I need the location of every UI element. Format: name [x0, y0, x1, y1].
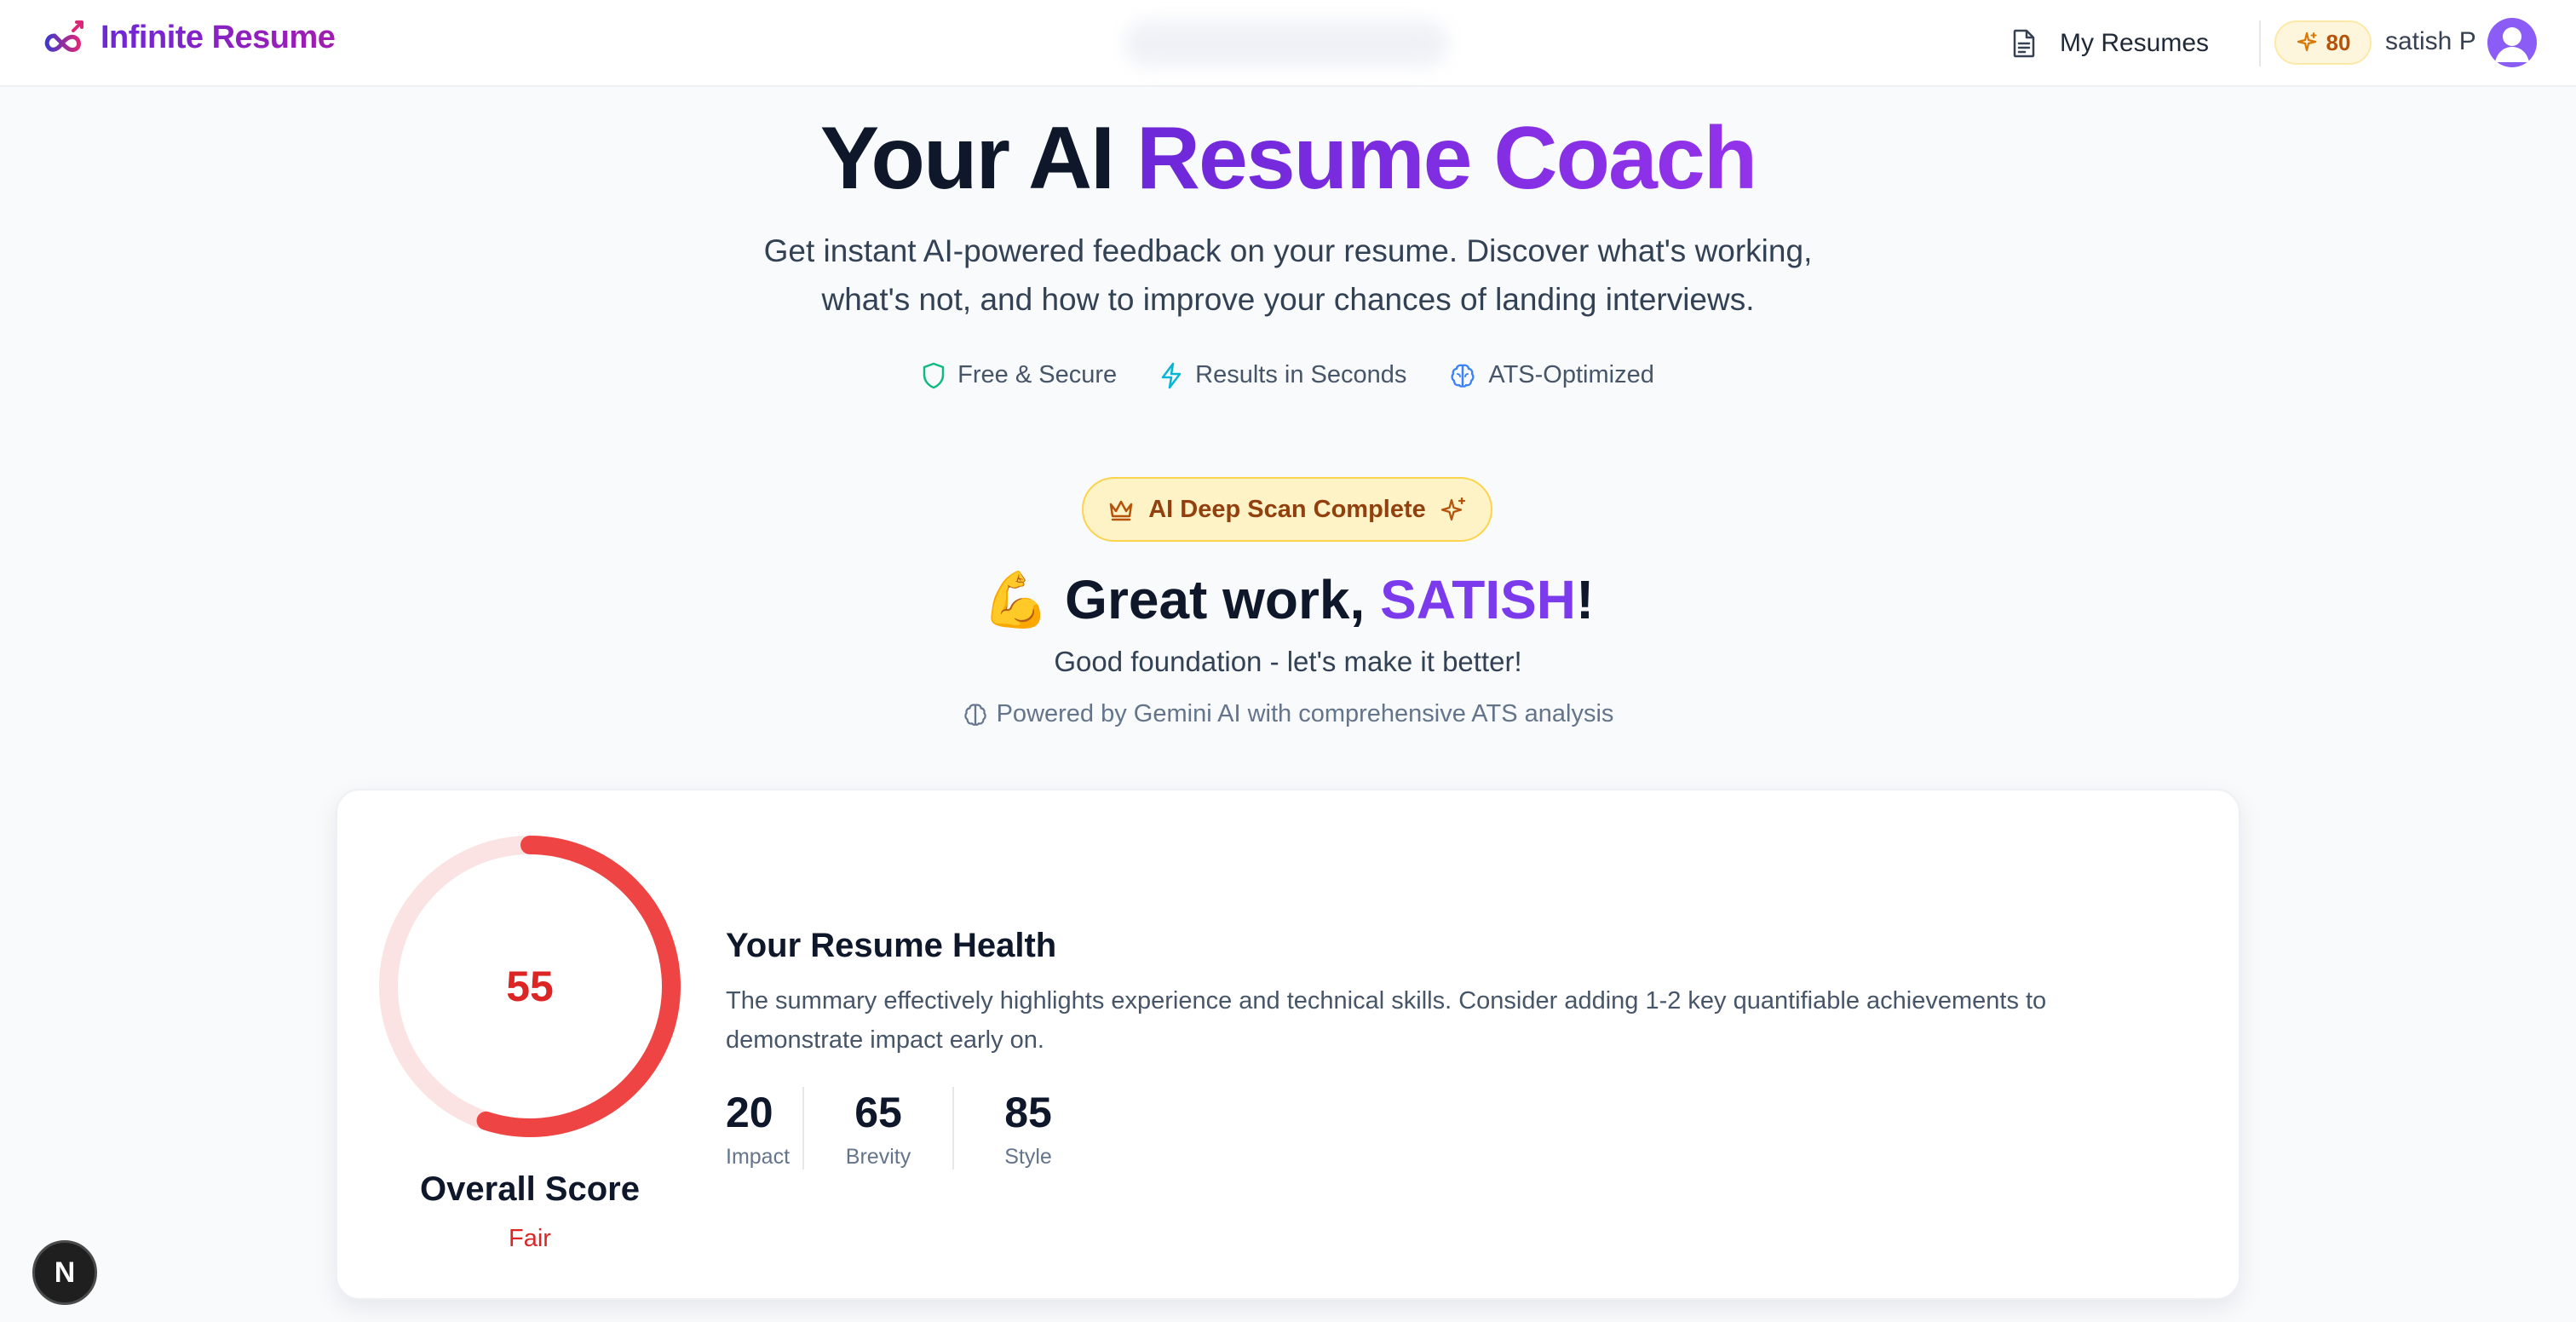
infinity-logo-icon [44, 20, 83, 52]
user-avatar[interactable] [2487, 18, 2537, 67]
overall-score-rating: Fair [509, 1225, 551, 1252]
header-divider [2259, 20, 2261, 66]
resume-health-description: The summary effectively highlights exper… [726, 987, 2047, 1054]
brain-icon [963, 703, 986, 726]
result-tagline: Good foundation - let's make it better! [1054, 646, 1522, 677]
blurred-header-element [1124, 20, 1448, 66]
feature-free-secure: Free & Secure [922, 361, 1117, 389]
my-resumes-link[interactable]: My Resumes [2012, 20, 2209, 66]
scan-complete-badge: AI Deep Scan Complete [1082, 477, 1492, 542]
sub-score-metrics: 20 Impact 65 Brevity 85 Style [726, 1087, 1102, 1170]
hero-subtitle: Get instant AI-powered feedback on your … [0, 227, 2576, 324]
my-resumes-label: My Resumes [2060, 29, 2210, 57]
metric-impact: 20 Impact [726, 1087, 802, 1170]
document-icon [2013, 29, 2035, 58]
hero-subtitle-line1: Get instant AI-powered feedback on your … [763, 233, 1813, 268]
overall-score-label: Overall Score [420, 1170, 640, 1208]
powered-by-note: Powered by Gemini AI with comprehensive … [0, 700, 2576, 728]
greeting-prefix: Great work, [1065, 569, 1381, 630]
hero-title-highlight: Resume Coach [1136, 109, 1757, 208]
feature-results-seconds: Results in Seconds [1159, 361, 1406, 389]
credits-count: 80 [2326, 29, 2351, 55]
hero-subtitle-line2: what's not, and how to improve your chan… [821, 282, 1755, 317]
metric-style: 85 Style [952, 1087, 1102, 1170]
lightning-icon [1161, 362, 1182, 388]
metric-label: Impact [726, 1145, 791, 1169]
metric-label: Style [1004, 1145, 1052, 1169]
metric-value: 85 [1004, 1089, 1052, 1136]
brand-name: Infinite Resume [101, 19, 336, 55]
powered-by-text: Powered by Gemini AI with comprehensive … [996, 700, 1614, 727]
shield-icon [923, 362, 945, 388]
hero-title-part1: Your AI [819, 109, 1136, 208]
metric-label: Brevity [845, 1145, 911, 1169]
hero-title: Your AI Resume Coach [0, 106, 2576, 211]
greeting-heading: 💪 Great work, SATISH! [0, 566, 2576, 634]
crown-icon [1109, 500, 1133, 521]
sparkles-icon [2297, 32, 2317, 52]
metric-value: 65 [854, 1089, 902, 1136]
user-icon [2495, 27, 2529, 62]
brand-logo-link[interactable]: Infinite Resume [43, 19, 336, 56]
user-name[interactable]: satish P [2385, 27, 2476, 56]
greeting-user-name: SATISH [1380, 569, 1576, 630]
top-nav-bar: Infinite Resume My Resumes 80 satish P [0, 0, 2576, 87]
credits-badge[interactable]: 80 [2274, 20, 2372, 65]
metric-brevity: 65 Brevity [802, 1087, 952, 1170]
nextjs-dev-indicator[interactable]: N [32, 1240, 97, 1305]
brain-icon [1451, 364, 1475, 388]
feature-ats-optimized: ATS-Optimized [1449, 361, 1654, 389]
feature-label: Results in Seconds [1195, 361, 1407, 388]
scan-badge-label: AI Deep Scan Complete [1148, 495, 1426, 523]
metric-value: 20 [726, 1089, 773, 1136]
resume-health-title: Your Resume Health [726, 927, 1057, 964]
feature-label: Free & Secure [957, 361, 1118, 388]
greeting-suffix: ! [1576, 569, 1595, 630]
flexed-biceps-emoji: 💪 [981, 569, 1050, 630]
sparkles-icon [1440, 497, 1465, 521]
resume-health-card: 55 Overall Score Fair Your Resume Health… [336, 789, 2240, 1300]
feature-list: Free & Secure Results in Seconds ATS-Opt… [0, 361, 2576, 389]
overall-score-value: 55 [506, 963, 554, 1010]
feature-label: ATS-Optimized [1488, 361, 1654, 388]
